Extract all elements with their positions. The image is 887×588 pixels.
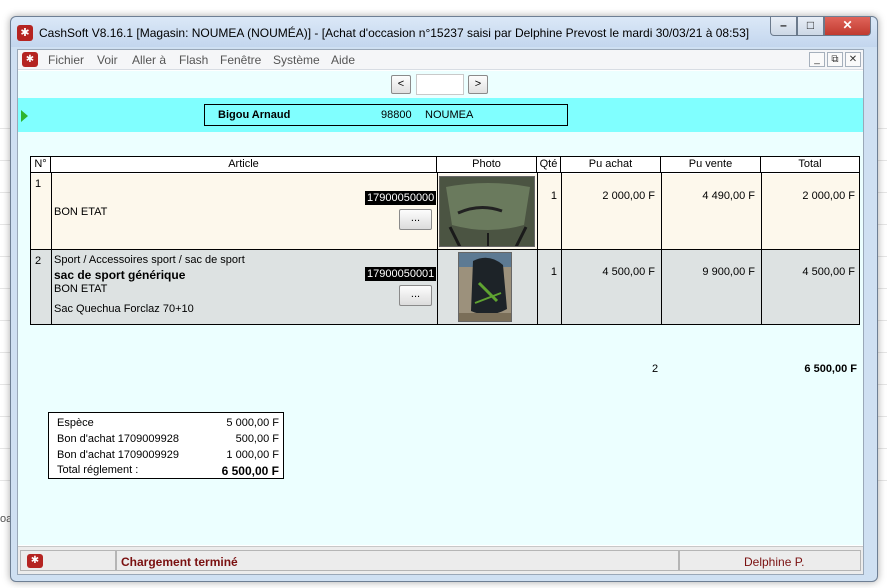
article-details-button[interactable]: ...	[399, 285, 432, 306]
payment-row: Espèce 5 000,00 F	[57, 417, 279, 433]
item-qty: 1	[550, 266, 557, 278]
item-pu-vente: 9 900,00 F	[702, 266, 755, 278]
column-separator	[537, 173, 538, 324]
status-user: Delphine P.	[744, 555, 805, 569]
item-total: 4 500,00 F	[802, 266, 855, 278]
item-pu-achat: 4 500,00 F	[602, 266, 655, 278]
item-qty: 1	[550, 190, 557, 202]
maximize-button[interactable]: □	[797, 17, 824, 36]
payment-total-label: Total réglement :	[57, 464, 139, 476]
close-button[interactable]: ✕	[824, 17, 871, 36]
payment-value: 500,00 F	[235, 433, 279, 445]
column-separator	[437, 173, 438, 324]
status-logo-cell: ✱	[20, 550, 116, 571]
total-amount: 6 500,00 F	[804, 363, 857, 375]
article-category: Sport / Accessoires sport / sac de sport	[54, 254, 245, 266]
payment-label: Espèce	[57, 417, 94, 429]
table-row[interactable]: 1 BON ETAT 17900050000 ... 1 2 000,00 F …	[31, 174, 859, 249]
chair-photo-image	[440, 177, 534, 246]
document-minimize-button[interactable]: _	[809, 52, 825, 67]
total-quantity: 2	[652, 363, 659, 375]
column-header-total: Total	[761, 157, 859, 173]
menu-flash[interactable]: Flash	[179, 53, 208, 67]
article-details-button[interactable]: ...	[399, 209, 432, 230]
payment-label: Bon d'achat 1709009929	[57, 449, 179, 461]
menu-fichier[interactable]: Fichier	[48, 53, 84, 67]
next-record-button[interactable]: >	[468, 75, 488, 94]
document-controls: _ ⧉ ✕	[809, 52, 861, 67]
column-header-qty: Qté	[537, 157, 561, 173]
previous-record-button[interactable]: <	[391, 75, 411, 94]
payment-row: Bon d'achat 1709009928 500,00 F	[57, 433, 279, 449]
payment-value: 1 000,00 F	[226, 449, 279, 461]
article-condition: BON ETAT	[54, 206, 108, 218]
row-separator	[31, 249, 859, 250]
article-description: Sac Quechua Forclaz 70+10	[54, 303, 194, 315]
document-logo-icon[interactable]: ✱	[22, 52, 38, 67]
row-number: 2	[35, 255, 42, 267]
payment-total-row: Total réglement : 6 500,00 F	[57, 464, 279, 480]
app-logo-icon[interactable]: ✱	[17, 25, 33, 41]
column-separator	[561, 173, 562, 324]
column-header-article: Article	[51, 157, 437, 173]
record-navigator: < >	[18, 71, 863, 99]
menu-voir[interactable]: Voir	[97, 53, 118, 67]
payment-label: Bon d'achat 1709009928	[57, 433, 179, 445]
menu-systeme[interactable]: Système	[273, 53, 320, 67]
column-separator	[761, 173, 762, 324]
title-bar[interactable]: ✱ CashSoft V8.16.1 [Magasin: NOUMEA (NOU…	[11, 17, 877, 47]
status-user-cell: Delphine P.	[679, 550, 861, 571]
menu-aller-a[interactable]: Aller à	[132, 53, 166, 67]
status-message: Chargement terminé	[121, 555, 238, 569]
table-row[interactable]: 2 Sport / Accessoires sport / sac de spo…	[31, 250, 859, 324]
row-number: 1	[35, 178, 42, 190]
payment-summary: Espèce 5 000,00 F Bon d'achat 1709009928…	[48, 412, 284, 479]
article-barcode: 17900050000	[365, 191, 437, 205]
document-close-button[interactable]: ✕	[845, 52, 861, 67]
purchase-form: < > Bigou Arnaud 98800 NOUMEA N° Article…	[18, 71, 863, 545]
column-header-num: N°	[31, 157, 51, 173]
article-barcode: 17900050001	[365, 267, 437, 281]
client-band: Bigou Arnaud 98800 NOUMEA	[18, 98, 863, 132]
menu-fenetre[interactable]: Fenêtre	[220, 53, 261, 67]
menu-aide[interactable]: Aide	[331, 53, 355, 67]
client-box[interactable]: Bigou Arnaud 98800 NOUMEA	[204, 104, 568, 126]
record-number-field[interactable]	[416, 74, 464, 95]
menu-bar: ✱ Fichier Voir Aller à Flash Fenêtre Sys…	[18, 50, 863, 70]
backpack-photo[interactable]	[458, 252, 512, 322]
article-condition: BON ETAT	[54, 283, 108, 295]
cashsoft-window: ✱ CashSoft V8.16.1 [Magasin: NOUMEA (NOU…	[10, 16, 878, 582]
status-message-cell: Chargement terminé	[116, 550, 679, 571]
item-pu-achat: 2 000,00 F	[602, 190, 655, 202]
client-city: NOUMEA	[425, 109, 474, 121]
payment-row: Bon d'achat 1709009929 1 000,00 F	[57, 449, 279, 465]
column-header-photo: Photo	[437, 157, 537, 173]
client-name: Bigou Arnaud	[218, 109, 291, 121]
document-restore-button[interactable]: ⧉	[827, 52, 843, 67]
minimize-button[interactable]: –	[770, 17, 797, 36]
item-total: 2 000,00 F	[802, 190, 855, 202]
status-logo-icon: ✱	[27, 554, 43, 568]
row-indicator-icon	[21, 110, 28, 122]
article-name: sac de sport générique	[54, 268, 186, 282]
payment-total-value: 6 500,00 F	[221, 464, 279, 478]
client-zip: 98800	[381, 109, 412, 121]
document-window: ✱ Fichier Voir Aller à Flash Fenêtre Sys…	[17, 49, 864, 575]
window-controls: – □ ✕	[770, 17, 871, 37]
column-header-pu-achat: Pu achat	[561, 157, 661, 173]
item-pu-vente: 4 490,00 F	[702, 190, 755, 202]
items-table: N° Article Photo Qté Pu achat Pu vente T…	[30, 156, 860, 325]
status-bar: ✱ Chargement terminé Delphine P.	[18, 546, 863, 574]
payment-value: 5 000,00 F	[226, 417, 279, 429]
column-header-pu-vente: Pu vente	[661, 157, 761, 173]
column-separator	[51, 173, 52, 324]
backpack-photo-image	[459, 253, 511, 321]
column-separator	[661, 173, 662, 324]
window-title: CashSoft V8.16.1 [Magasin: NOUMEA (NOUMÉ…	[39, 26, 750, 40]
chair-photo[interactable]	[439, 176, 535, 247]
